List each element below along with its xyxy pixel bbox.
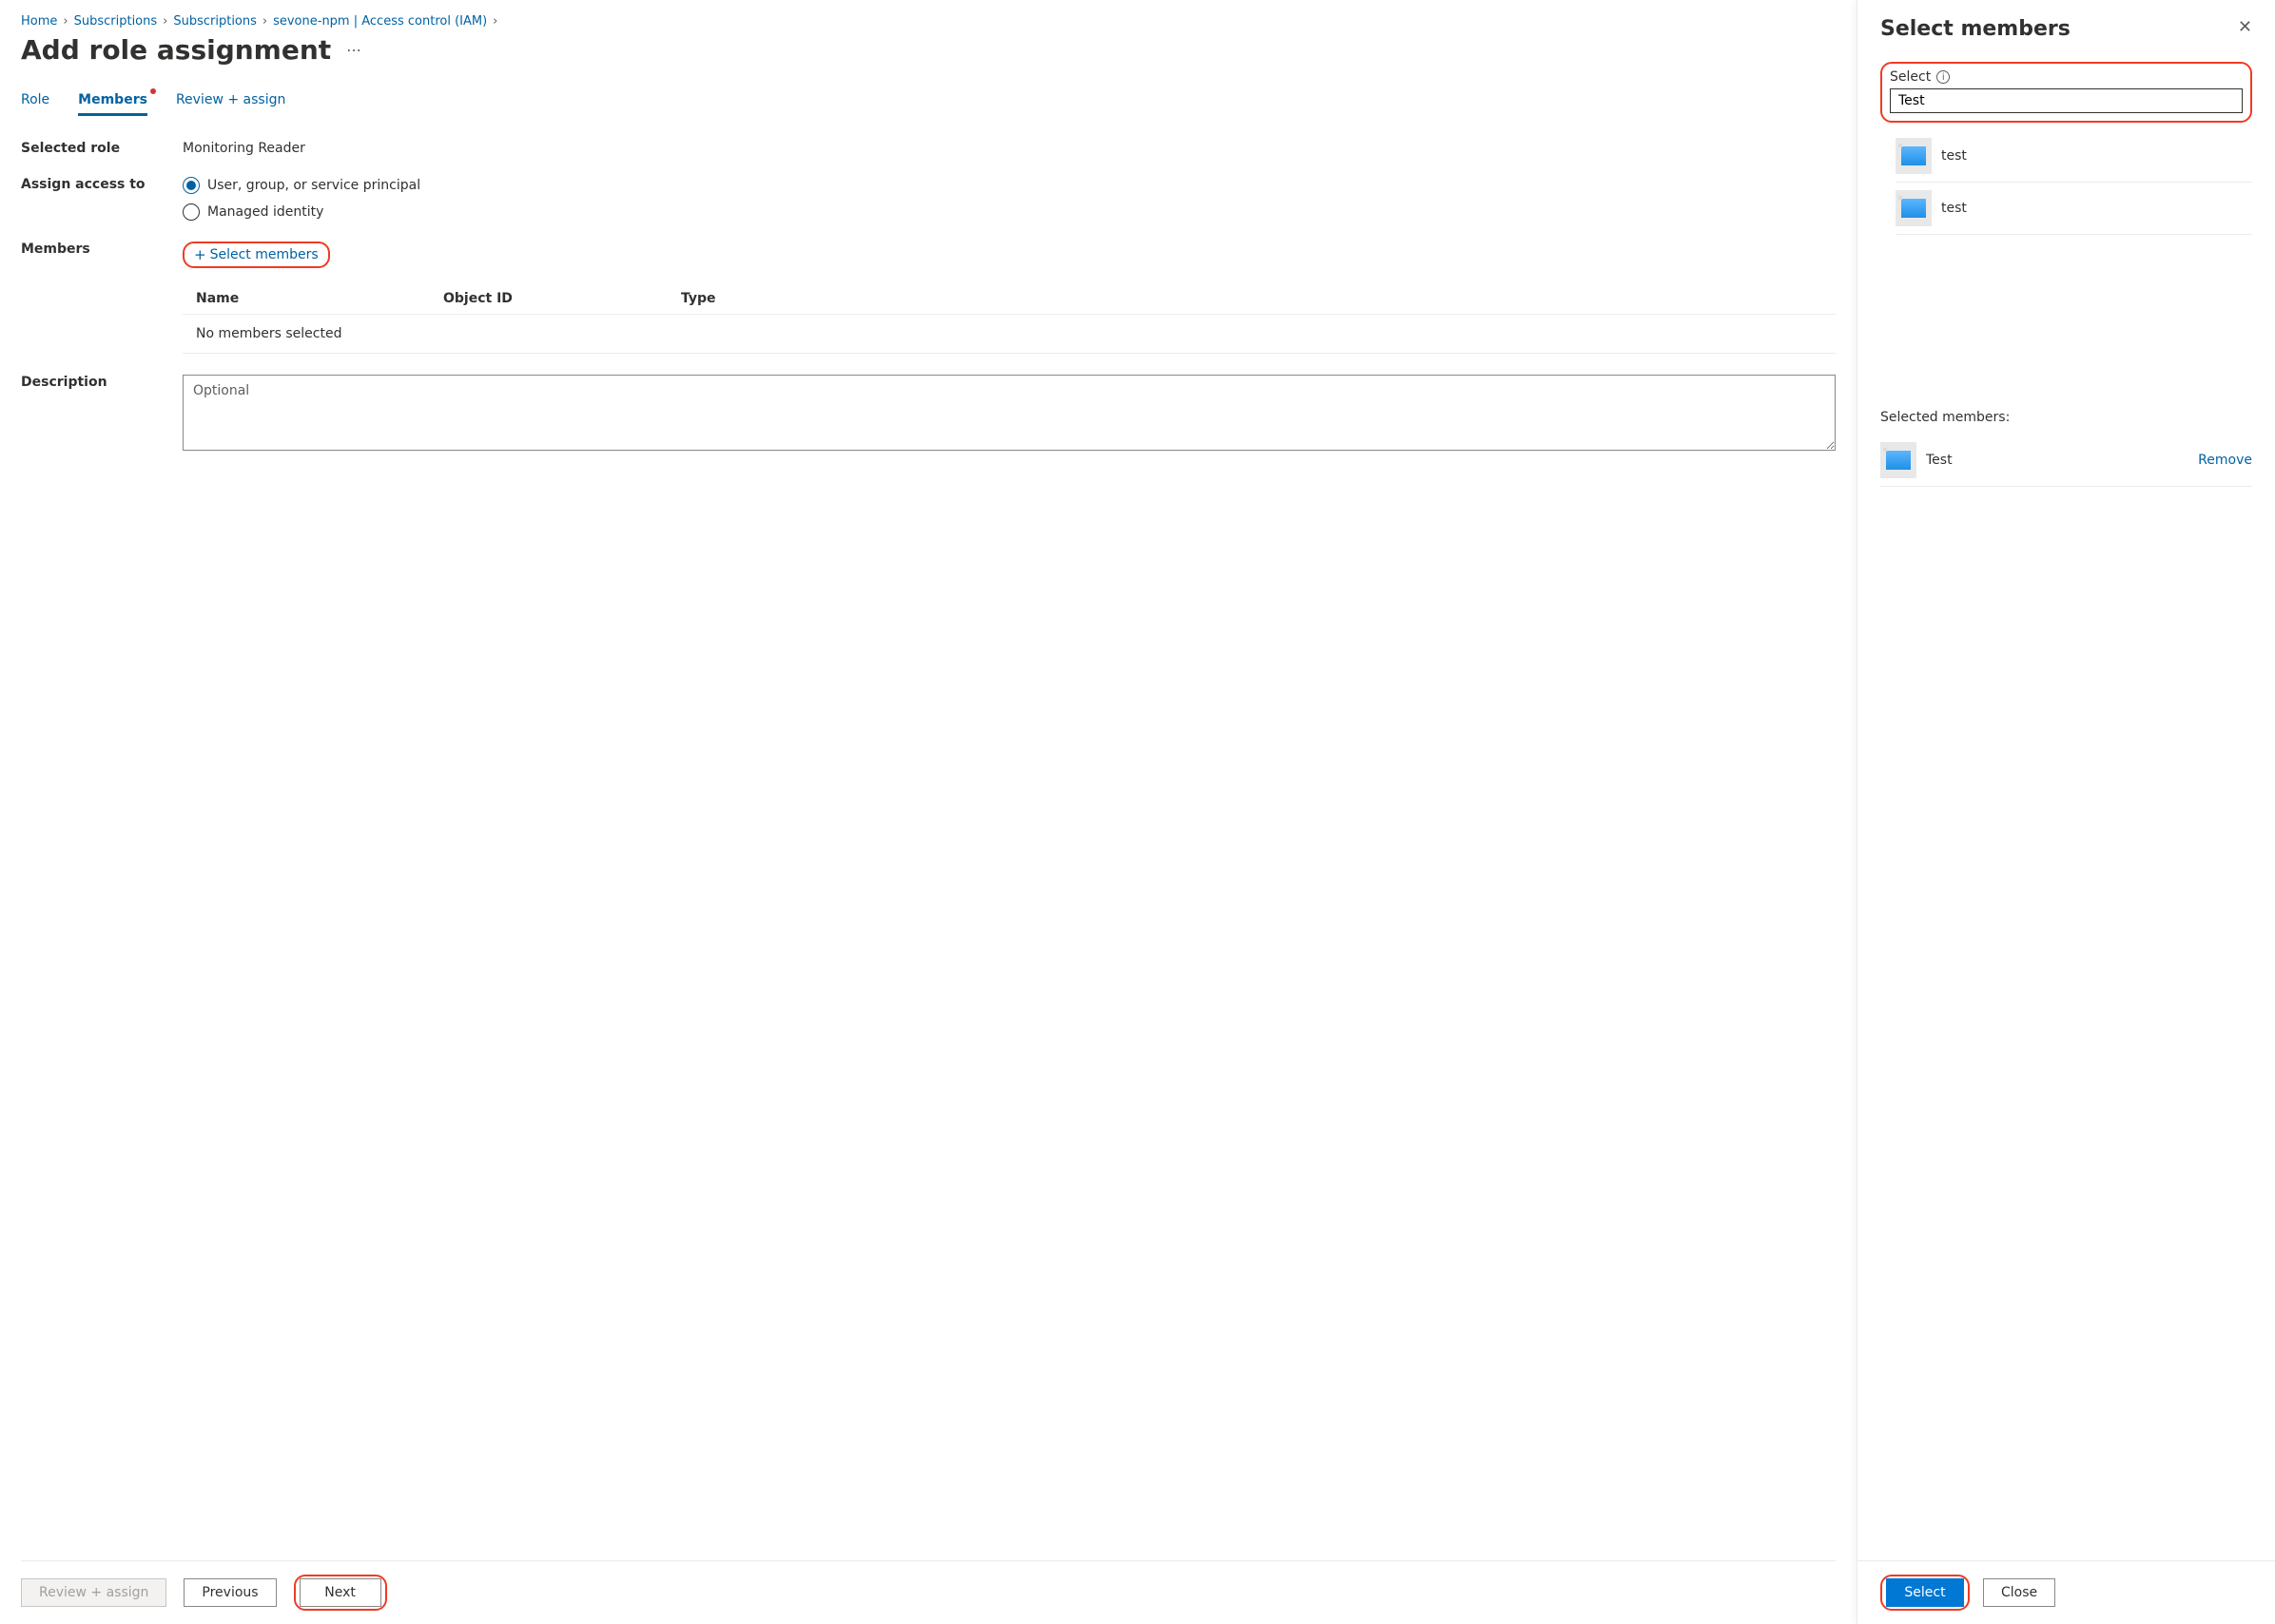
radio-user-group-sp[interactable]: User, group, or service principal xyxy=(183,177,1836,194)
radio-user-label: User, group, or service principal xyxy=(207,178,420,193)
search-results: test test xyxy=(1896,130,2252,235)
app-icon xyxy=(1896,190,1932,226)
chevron-right-icon: › xyxy=(163,14,167,29)
radio-unchecked-icon xyxy=(183,203,200,221)
select-button[interactable]: Select xyxy=(1886,1578,1964,1607)
selected-row: Test Remove xyxy=(1880,435,2252,487)
chevron-right-icon: › xyxy=(262,14,267,29)
member-search-input[interactable] xyxy=(1890,88,2243,113)
tab-members[interactable]: Members xyxy=(78,92,147,116)
col-object-id: Object ID xyxy=(443,291,681,306)
tabs: Role Members Review + assign xyxy=(21,92,1836,116)
radio-checked-icon xyxy=(183,177,200,194)
plus-icon: + xyxy=(194,246,206,263)
chevron-right-icon: › xyxy=(63,14,68,29)
search-label: Select xyxy=(1890,69,1931,85)
select-members-link-label: Select members xyxy=(210,247,319,262)
tab-role[interactable]: Role xyxy=(21,92,49,116)
breadcrumb-iam[interactable]: sevone-npm | Access control (IAM) xyxy=(273,14,487,29)
result-row[interactable]: test xyxy=(1896,130,2252,183)
breadcrumb-subscriptions-2[interactable]: Subscriptions xyxy=(173,14,257,29)
chevron-right-icon: › xyxy=(493,14,497,29)
selected-role-label: Selected role xyxy=(21,141,183,156)
radio-managed-label: Managed identity xyxy=(207,204,323,220)
members-table-header: Name Object ID Type xyxy=(183,283,1836,314)
result-name: test xyxy=(1941,148,1967,164)
selected-members-label: Selected members: xyxy=(1880,410,2252,425)
selected-name: Test xyxy=(1926,453,1953,468)
panel-title: Select members xyxy=(1880,17,2071,41)
info-icon[interactable]: i xyxy=(1936,70,1950,84)
app-icon xyxy=(1896,138,1932,174)
tab-members-label: Members xyxy=(78,92,147,107)
close-button[interactable]: Close xyxy=(1983,1578,2055,1607)
select-members-link[interactable]: + Select members xyxy=(194,246,319,263)
description-input[interactable] xyxy=(183,375,1836,451)
close-icon[interactable]: ✕ xyxy=(2238,17,2252,37)
assign-access-label: Assign access to xyxy=(21,177,183,192)
remove-link[interactable]: Remove xyxy=(2198,453,2252,468)
result-row[interactable]: test xyxy=(1896,183,2252,235)
tab-review[interactable]: Review + assign xyxy=(176,92,285,116)
alert-dot-icon xyxy=(150,88,156,94)
breadcrumb-home[interactable]: Home xyxy=(21,14,57,29)
selected-role-value: Monitoring Reader xyxy=(183,141,1836,156)
members-label: Members xyxy=(21,242,183,257)
page-title: Add role assignment xyxy=(21,34,331,66)
result-name: test xyxy=(1941,201,1967,216)
members-empty-row: No members selected xyxy=(183,314,1836,354)
app-icon xyxy=(1880,442,1916,478)
breadcrumb-subscriptions-1[interactable]: Subscriptions xyxy=(74,14,158,29)
radio-managed-identity[interactable]: Managed identity xyxy=(183,203,1836,221)
breadcrumb: Home › Subscriptions › Subscriptions › s… xyxy=(21,14,1836,29)
next-button[interactable]: Next xyxy=(300,1578,381,1607)
previous-button[interactable]: Previous xyxy=(184,1578,276,1607)
col-type: Type xyxy=(681,291,1822,306)
col-name: Name xyxy=(196,291,443,306)
select-members-panel: Select members ✕ Select i test test xyxy=(1857,0,2275,1624)
review-assign-button[interactable]: Review + assign xyxy=(21,1578,166,1607)
more-icon[interactable]: ⋯ xyxy=(346,41,362,59)
description-label: Description xyxy=(21,375,183,390)
